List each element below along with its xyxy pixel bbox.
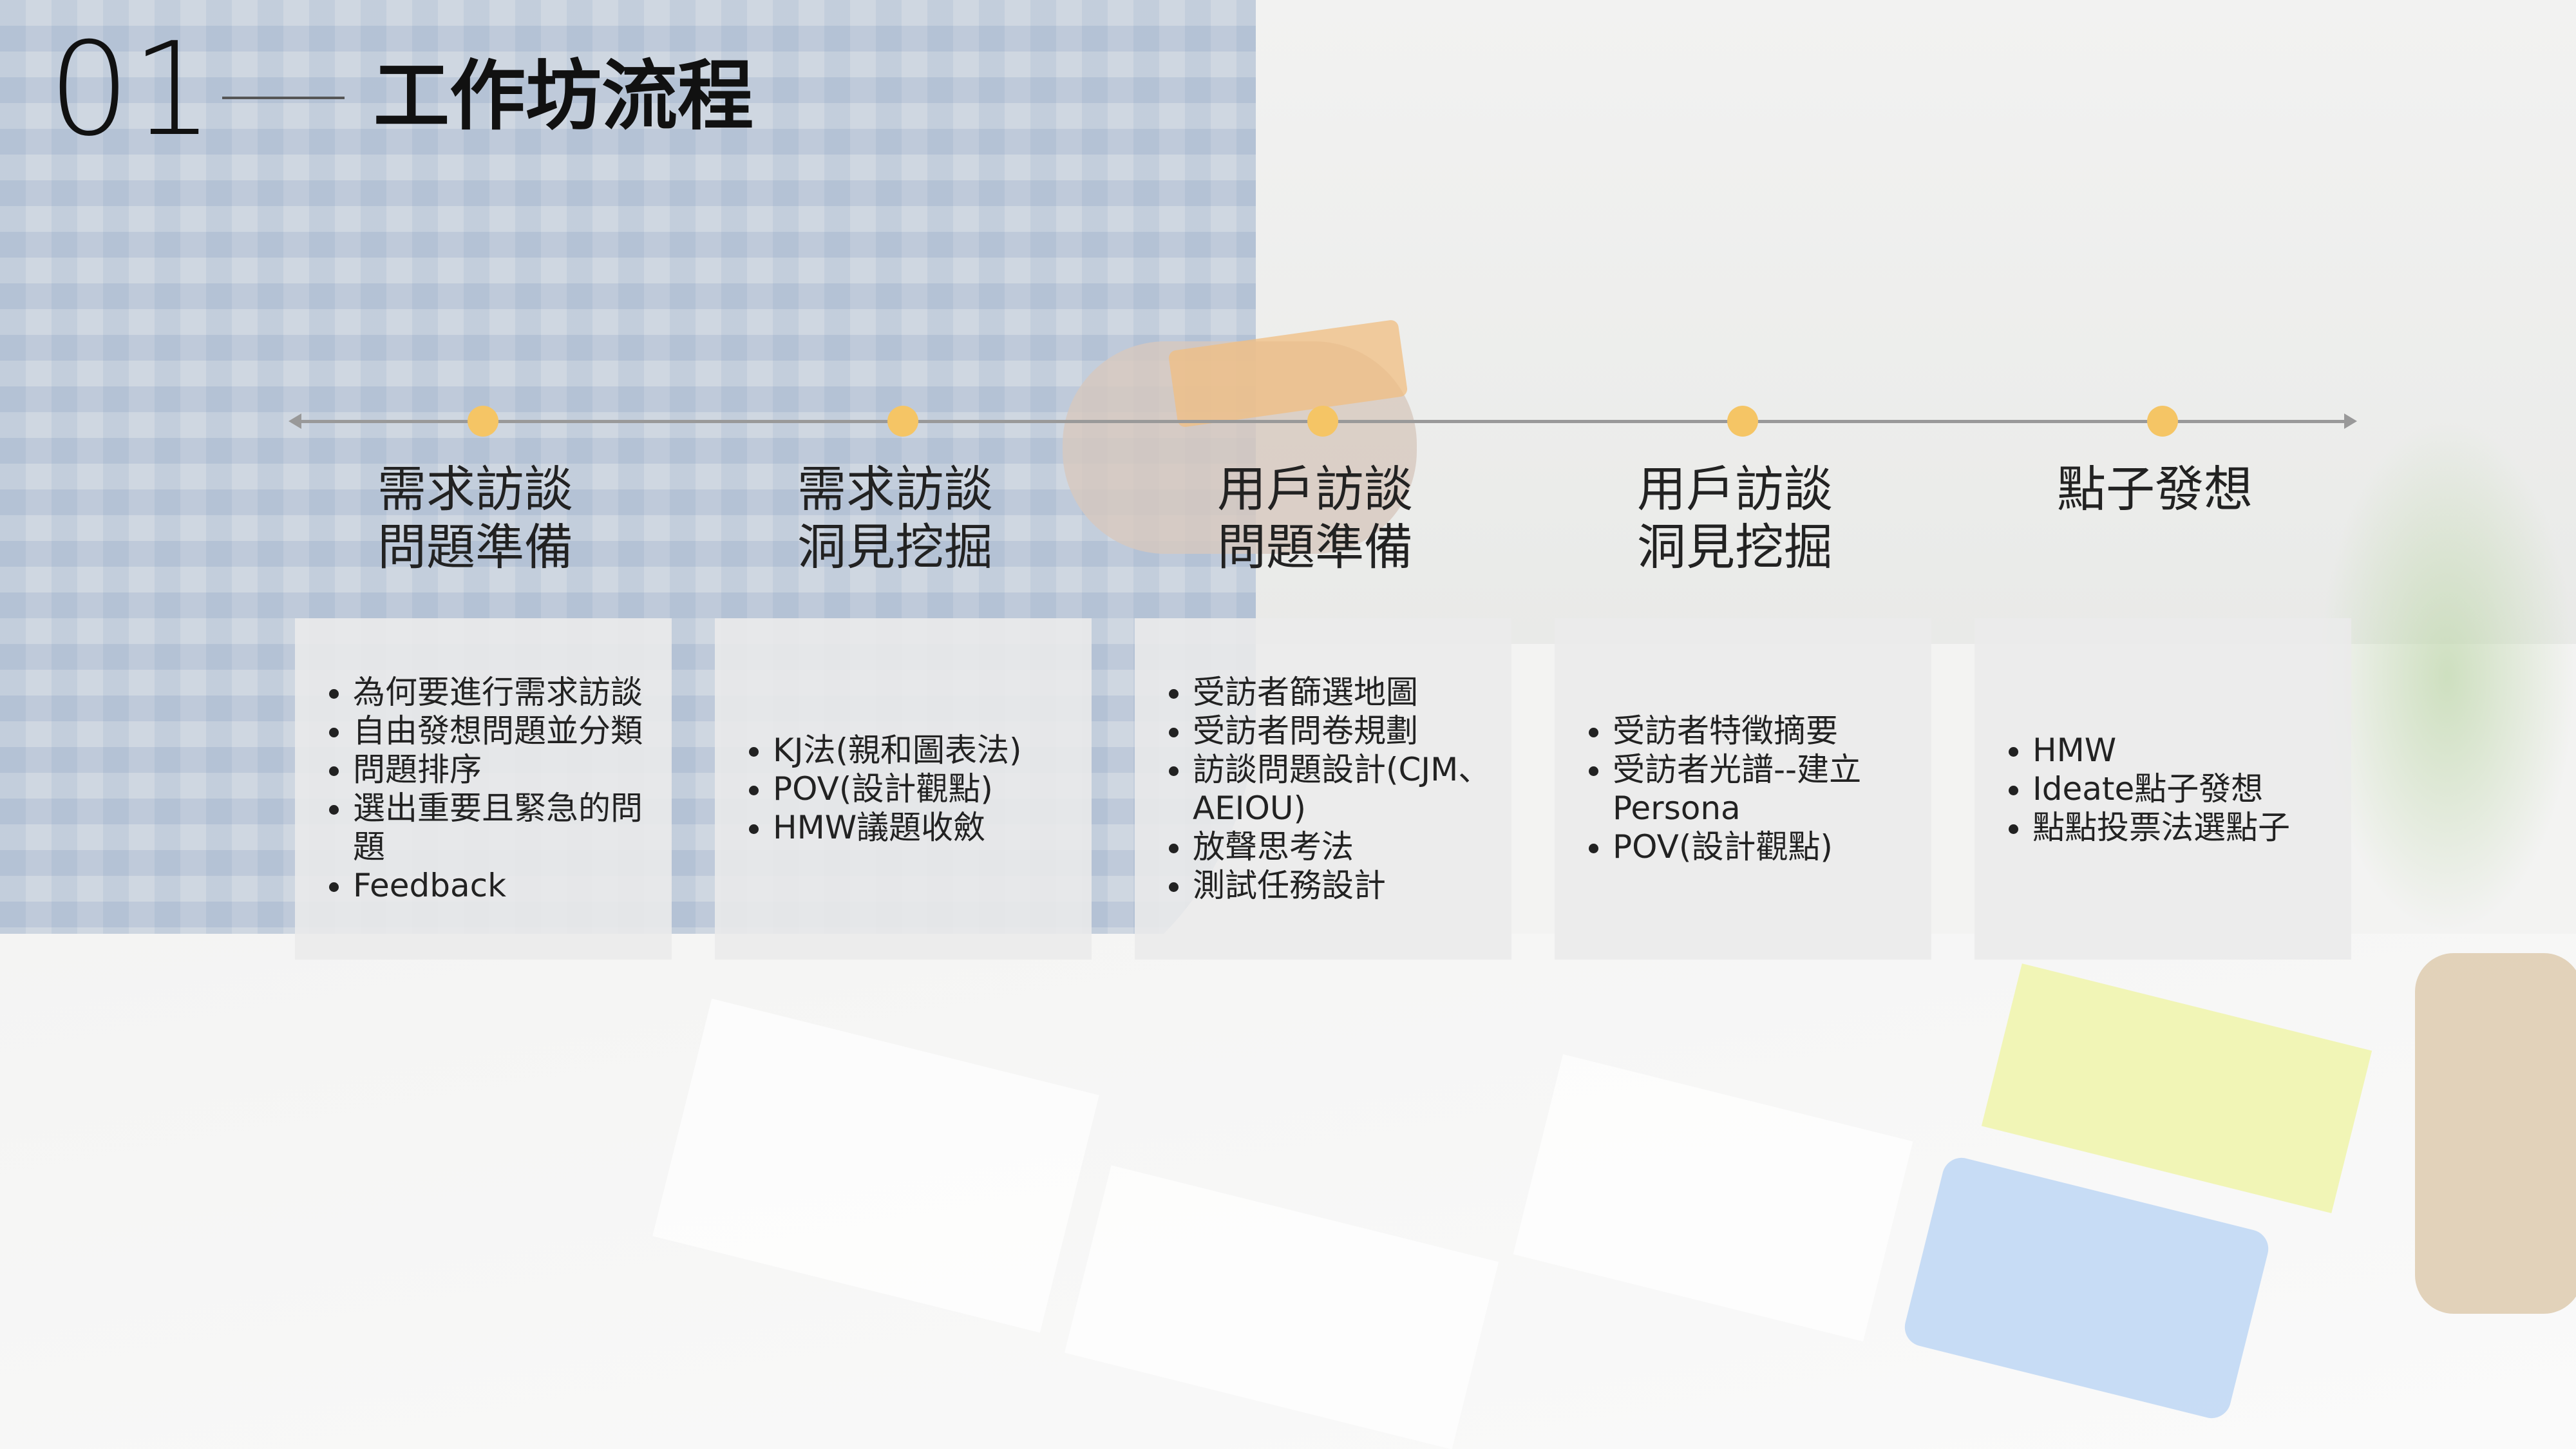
timeline-dot [887,406,918,437]
stage-item-list: KJ法(親和圖表法)POV(設計觀點)HMW議題收斂 [715,731,1041,847]
stage-item: 測試任務設計 [1193,866,1492,905]
stage-item: 受訪者問卷規劃 [1193,712,1492,750]
stage-item: 放聲思考法 [1193,828,1492,866]
stage-item: 選出重要且緊急的問題 [353,789,652,866]
stage-item: 為何要進行需求訪談 [353,673,652,712]
stage-item: 訪談問題設計(CJM、AEIOU) [1193,750,1492,828]
timeline-dot [2147,406,2178,437]
stage-title-line: 用戶訪談 [1217,460,1413,518]
stage-item: POV(設計觀點) [1613,828,1912,866]
stage-card: HMWIdeate點子發想點點投票法選點子 [1975,618,2351,960]
stage-item-list: 為何要進行需求訪談自由發想問題並分類問題排序選出重要且緊急的問題Feedback [295,673,672,905]
timeline-dot [1727,406,1758,437]
stage-title-line: 問題準備 [377,518,573,576]
stage-item: 受訪者特徵摘要 [1613,712,1912,750]
background-pot [2415,953,2576,1314]
stage-item-list: 受訪者篩選地圖受訪者問卷規劃訪談問題設計(CJM、AEIOU)放聲思考法測試任務… [1135,673,1511,905]
stage-title-line: 洞見挖掘 [1637,518,1833,576]
stage-title-line: 用戶訪談 [1637,460,1833,518]
stage-item: Ideate點子發想 [2032,770,2290,808]
stage-item: 受訪者篩選地圖 [1193,673,1492,712]
section-number: 01 [48,15,215,165]
stage-title: 用戶訪談 問題準備 [1154,460,1476,576]
stage-item: 點點投票法選點子 [2032,808,2290,847]
header-divider [222,97,345,99]
stage-item-list: HMWIdeate點子發想點點投票法選點子 [1975,731,2309,847]
stage-item: HMW議題收斂 [773,808,1022,847]
timeline-dot [1307,406,1338,437]
stage-card: 為何要進行需求訪談自由發想問題並分類問題排序選出重要且緊急的問題Feedback [295,618,672,960]
stage-card: 受訪者特徵摘要受訪者光譜--建立PersonaPOV(設計觀點) [1555,618,1931,960]
background-plant [2318,419,2576,934]
stage-item: POV(設計觀點) [773,770,1022,808]
stage-item: 自由發想問題並分類 [353,712,652,750]
stage-card: 受訪者篩選地圖受訪者問卷規劃訪談問題設計(CJM、AEIOU)放聲思考法測試任務… [1135,618,1511,960]
stage-title-line: 需求訪談 [377,460,573,518]
stage-card: KJ法(親和圖表法)POV(設計觀點)HMW議題收斂 [715,618,1092,960]
stage-item: 受訪者光譜--建立Persona [1613,750,1912,828]
stage-item: KJ法(親和圖表法) [773,731,1022,770]
stage-title-line: 需求訪談 [797,460,993,518]
stage-title: 用戶訪談 洞見挖掘 [1574,460,1896,576]
timeline-dot [468,406,498,437]
stage-title-line: 點子發想 [2057,460,2253,518]
timeline-arrow-left-icon [289,413,301,429]
stage-title: 需求訪談 洞見挖掘 [734,460,1056,576]
stage-title-line: 問題準備 [1217,518,1413,576]
stage-title: 點子發想 [1994,460,2316,518]
stage-item-list: 受訪者特徵摘要受訪者光譜--建立PersonaPOV(設計觀點) [1555,712,1931,866]
stage-title: 需求訪談 問題準備 [314,460,636,576]
page-title: 工作坊流程 [374,52,754,140]
stage-item: HMW [2032,731,2290,770]
stage-item: Feedback [353,866,652,905]
timeline-arrow-right-icon [2344,413,2357,429]
stage-title-line: 洞見挖掘 [797,518,993,576]
stage-item: 問題排序 [353,750,652,789]
